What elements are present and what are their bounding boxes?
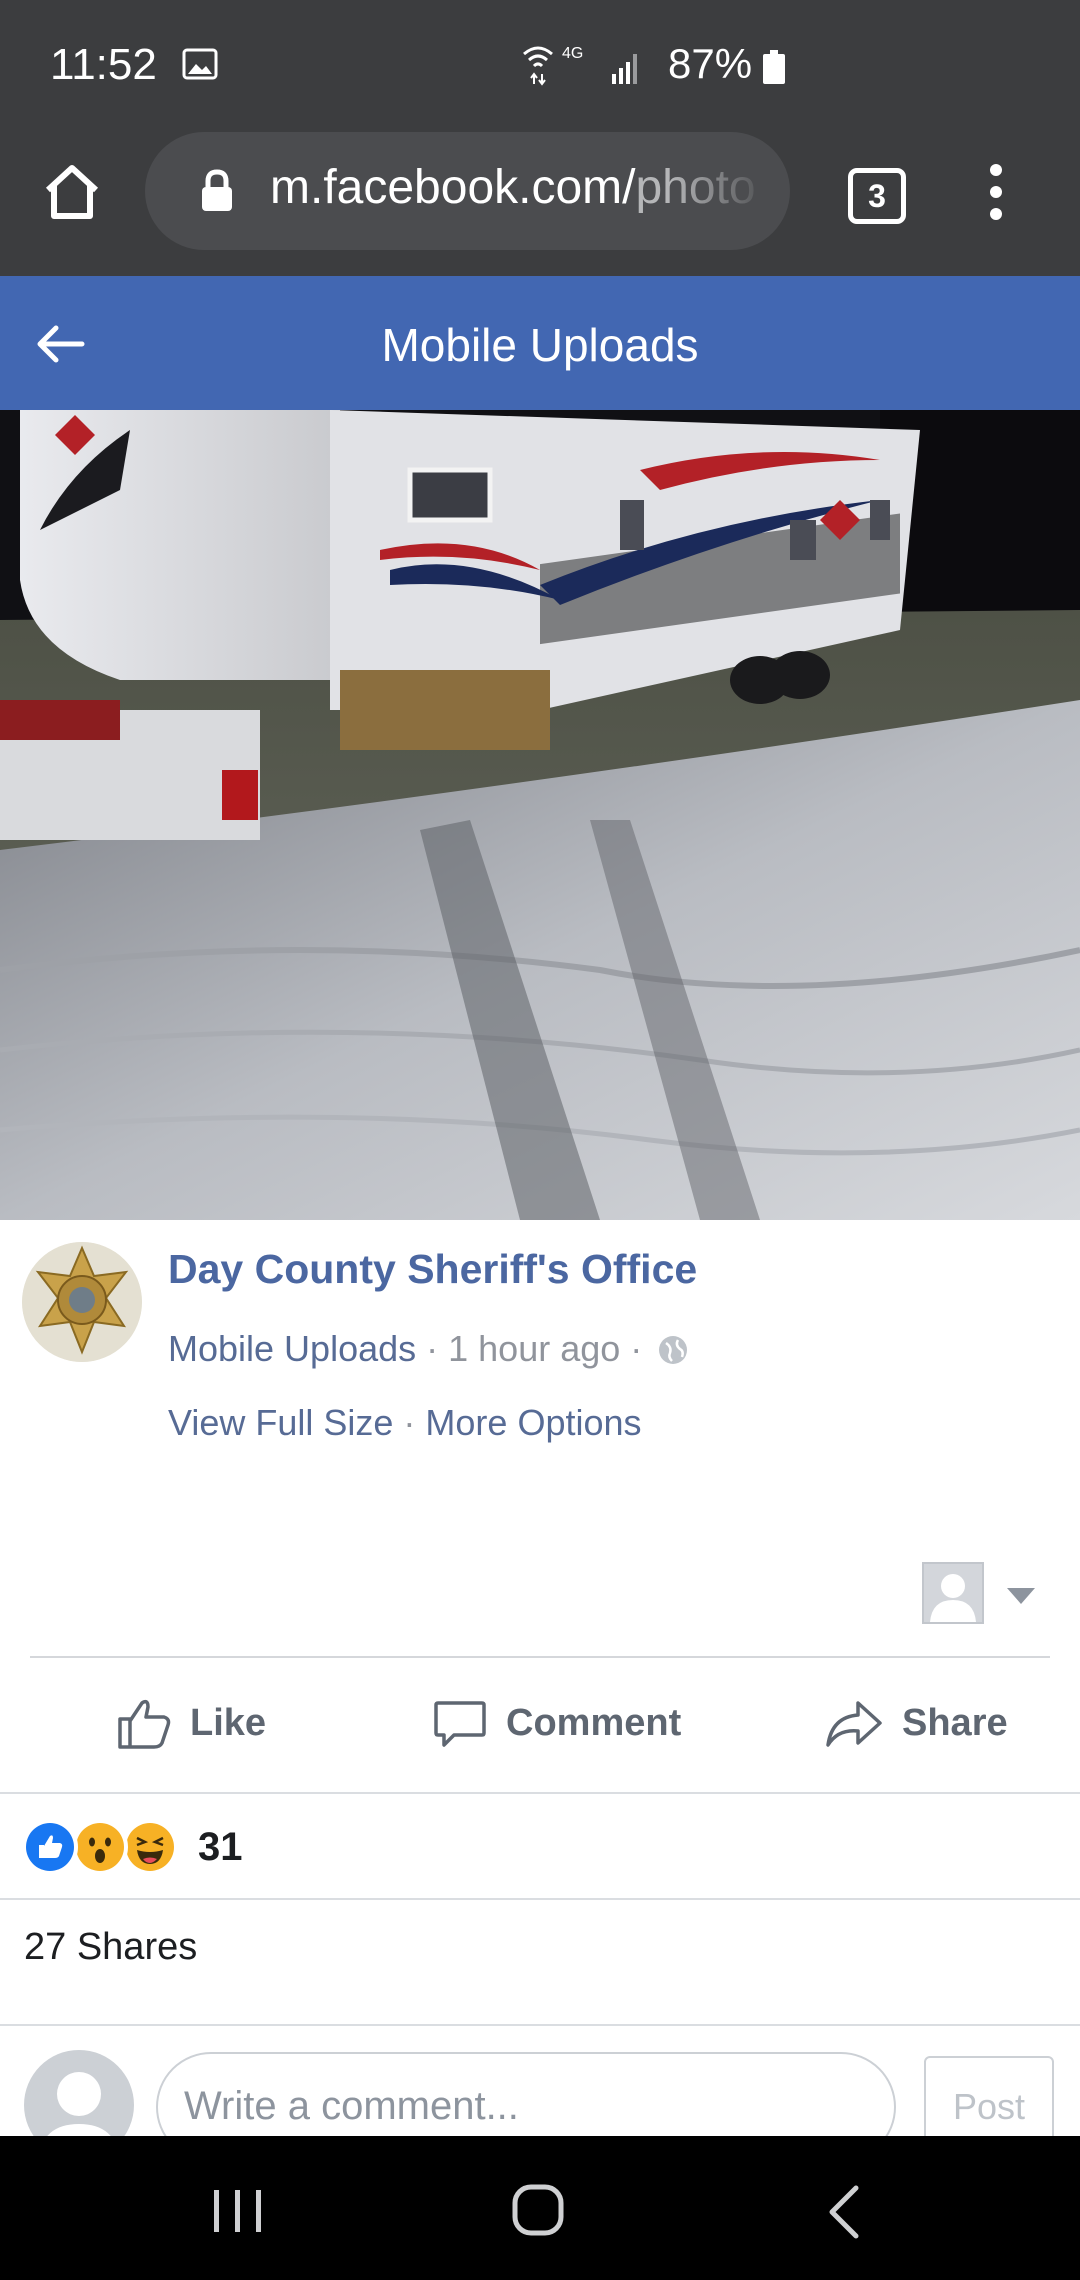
photo-options: View Full Size · More Options [168, 1402, 642, 1443]
album-link[interactable]: Mobile Uploads [168, 1328, 416, 1369]
status-time: 11:52 [50, 40, 157, 89]
browser-toolbar: m.facebook.com/photo 3 [0, 132, 1080, 276]
like-reaction-icon [22, 1819, 78, 1875]
divider [0, 1898, 1080, 1900]
post-time[interactable]: 1 hour ago [448, 1328, 620, 1369]
post-meta: Mobile Uploads · 1 hour ago · [168, 1328, 688, 1370]
divider [0, 2024, 1080, 2026]
tag-user-icon[interactable] [922, 1562, 984, 1624]
share-label: Share [902, 1701, 1008, 1744]
nav-home-icon[interactable] [512, 2184, 564, 2236]
page-name-link[interactable]: Day County Sheriff's Office [168, 1246, 697, 1293]
divider [0, 1792, 1080, 1794]
like-button[interactable]: Like [116, 1658, 266, 1788]
comment-icon [434, 1701, 486, 1747]
sheriff-badge-icon [22, 1242, 142, 1362]
network-type: 4G [562, 45, 583, 62]
url-path: photo [635, 161, 756, 214]
status-bar: 11:52 4G 87% [0, 0, 1080, 132]
reactions-summary[interactable]: 31 [22, 1819, 243, 1875]
wow-reaction-icon [72, 1819, 128, 1875]
action-bar: Like Comment Share [0, 1658, 1080, 1788]
home-icon[interactable] [42, 162, 102, 222]
comment-button[interactable]: Comment [432, 1658, 681, 1788]
tabs-icon[interactable]: 3 [848, 168, 906, 224]
comment-label: Comment [506, 1701, 682, 1744]
page-title: Mobile Uploads [381, 319, 699, 371]
recents-icon[interactable] [210, 2186, 266, 2236]
share-button[interactable]: Share [824, 1658, 1008, 1788]
like-label: Like [190, 1701, 267, 1744]
view-full-size-link[interactable]: View Full Size [168, 1402, 393, 1443]
like-icon [118, 1699, 171, 1749]
globe-icon [659, 1336, 688, 1364]
page-avatar[interactable] [22, 1242, 142, 1362]
haha-reaction-icon [122, 1819, 178, 1875]
post-photo[interactable] [0, 410, 1080, 1220]
url-main: m.facebook.com/ [270, 161, 636, 214]
reaction-count: 31 [198, 1824, 243, 1869]
address-bar[interactable]: m.facebook.com/photo [145, 132, 790, 250]
share-count[interactable]: 27 Shares [24, 1926, 197, 1969]
more-icon[interactable] [990, 162, 1002, 222]
more-options-link[interactable]: More Options [425, 1402, 641, 1443]
share-icon [826, 1701, 882, 1747]
image-icon [182, 48, 218, 80]
battery-percent: 87% [668, 40, 753, 87]
caret-down-icon[interactable] [1005, 1586, 1037, 1606]
nav-back-icon[interactable] [826, 2184, 860, 2240]
url-text[interactable]: m.facebook.com/photo [270, 160, 770, 215]
wifi-signal-icon: 4G [523, 45, 637, 86]
page-header: Mobile Uploads [0, 276, 1080, 410]
lock-icon [202, 169, 232, 211]
navigation-bar [0, 2136, 1080, 2280]
battery-icon [763, 50, 785, 84]
